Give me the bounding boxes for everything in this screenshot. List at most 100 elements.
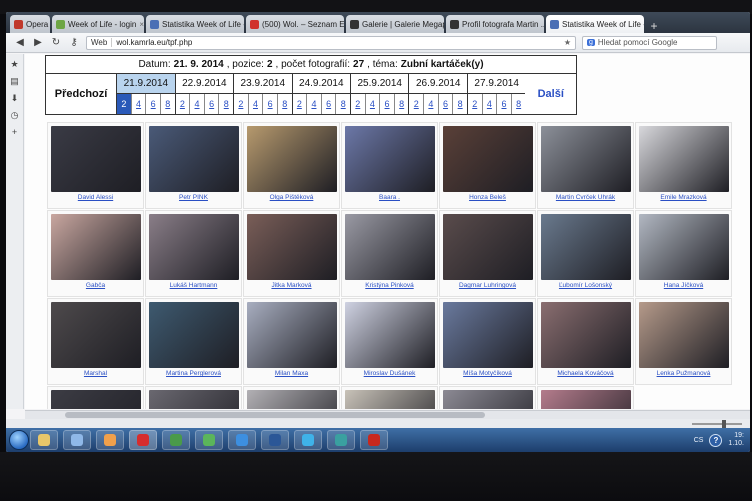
taskbar-app[interactable] [327,430,355,450]
author-link[interactable]: Marshal [84,370,107,377]
horizontal-scrollbar[interactable] [25,410,750,419]
zoom-knob[interactable] [722,419,726,428]
author-link[interactable]: Michaela Kováčová [557,370,613,377]
photo-thumbnail[interactable] [246,390,337,409]
page-link[interactable]: 6 [496,94,511,114]
page-link[interactable]: 4 [189,94,204,114]
author-link[interactable]: Baara . [379,194,400,201]
next-link[interactable]: Další [525,74,576,114]
author-link[interactable]: Emile Mrazková [660,194,706,201]
day-date-link[interactable]: 22.9.2014 [175,74,234,94]
add-panel-icon[interactable]: + [12,127,17,137]
page-link[interactable]: 4 [130,94,146,114]
taskbar-app[interactable] [162,430,190,450]
photo-thumbnail[interactable] [540,390,631,409]
tab-1[interactable]: Week of Life - login × [52,15,144,33]
photo-thumbnail[interactable] [638,214,729,280]
author-link[interactable]: Hana Jíčková [664,282,703,289]
reload-icon[interactable]: ↻ [50,37,62,48]
photo-thumbnail[interactable] [50,214,141,280]
page-link[interactable]: 2 [351,94,365,114]
photo-thumbnail[interactable] [50,302,141,368]
photo-thumbnail[interactable] [442,214,533,280]
clock[interactable]: 19: 1.10. [728,432,744,448]
day-date-link[interactable]: 24.9.2014 [292,74,350,94]
author-link[interactable]: Olga Pištěková [270,194,314,201]
notes-icon[interactable]: ▤ [10,76,19,87]
author-link[interactable]: Kristýna Pinková [365,282,413,289]
page-link[interactable]: 8 [335,94,350,114]
page-link[interactable]: 8 [393,94,409,114]
page-link[interactable]: 2 [293,94,307,114]
day-date-link[interactable]: 23.9.2014 [234,74,292,94]
help-icon[interactable]: ? [709,433,723,447]
photo-thumbnail[interactable] [148,390,239,409]
author-link[interactable]: Gabča [86,282,105,289]
page-link[interactable]: 6 [145,94,160,114]
new-tab-icon[interactable]: + [646,19,662,33]
day-date-link[interactable]: 21.9.2014 [117,74,175,94]
page-link[interactable]: 2 [409,94,423,114]
author-link[interactable]: Martina Perglerová [166,370,221,377]
forward-icon[interactable]: ▶ [32,37,44,48]
downloads-icon[interactable]: ⬇ [11,93,19,104]
author-link[interactable]: David Alessi [78,194,113,201]
language-indicator[interactable]: CS [694,437,704,444]
page-link[interactable]: 4 [364,94,380,114]
author-link[interactable]: Ľubomír Lošonský [559,282,612,289]
page-link[interactable]: 8 [276,94,292,114]
day-date-link[interactable]: 26.9.2014 [409,74,467,94]
url-text[interactable]: wol.kamrla.eu/tpf.php [116,38,192,47]
tab-0[interactable]: Opera [10,15,50,33]
page-link[interactable]: 8 [218,94,233,114]
photo-thumbnail[interactable] [246,214,337,280]
previous-link[interactable]: Předchozí [46,74,116,114]
photo-thumbnail[interactable] [442,302,533,368]
page-link[interactable]: 8 [452,94,467,114]
page-link[interactable]: 8 [510,94,526,114]
photo-thumbnail[interactable] [50,390,141,409]
tab-4[interactable]: Galerie | Galerie Megap...× [346,15,444,33]
page-link[interactable]: 2 [234,94,248,114]
bookmarks-icon[interactable]: ★ [10,59,18,70]
author-link[interactable]: Milan Maxa [275,370,308,377]
taskbar-app[interactable] [360,430,388,450]
taskbar-app[interactable] [294,430,322,450]
photo-thumbnail[interactable] [540,302,631,368]
page-link[interactable]: 6 [262,94,277,114]
author-link[interactable]: Jitka Marková [271,282,311,289]
taskbar-app[interactable] [129,430,157,450]
author-link[interactable]: Lukáš Hartmann [170,282,218,289]
photo-thumbnail[interactable] [148,214,239,280]
taskbar-app[interactable] [228,430,256,450]
author-link[interactable]: Petr PINK [179,194,208,201]
photo-thumbnail[interactable] [344,302,435,368]
photo-thumbnail[interactable] [344,214,435,280]
address-bar[interactable]: Web wol.kamrla.eu/tpf.php ★ [86,35,576,50]
scrollbar-thumb[interactable] [65,412,485,418]
tab-5[interactable]: Profil fotografa Martin ...× [446,15,544,33]
close-tab-icon[interactable]: × [139,20,144,29]
photo-thumbnail[interactable] [148,302,239,368]
photo-thumbnail[interactable] [246,126,337,192]
zoom-slider[interactable] [692,419,742,428]
author-link[interactable]: Martin Cvrček Uhrák [556,194,615,201]
photo-thumbnail[interactable] [540,214,631,280]
author-link[interactable]: Miroslav Dušánek [364,370,416,377]
taskbar-app[interactable] [30,430,58,450]
page-link[interactable]: 6 [203,94,219,114]
taskbar-app[interactable] [195,430,223,450]
taskbar-app[interactable] [96,430,124,450]
photo-thumbnail[interactable] [442,126,533,192]
start-button[interactable] [9,430,29,450]
history-icon[interactable]: ◷ [11,110,19,121]
page-link[interactable]: 2 [176,94,190,114]
day-date-link[interactable]: 27.9.2014 [467,74,526,94]
page-link[interactable]: 4 [247,94,263,114]
photo-thumbnail[interactable] [246,302,337,368]
photo-thumbnail[interactable] [540,126,631,192]
taskbar-app[interactable] [63,430,91,450]
page-link[interactable]: 8 [160,94,175,114]
tab-6[interactable]: Statistika Week of Life - ...× [546,15,644,33]
page-link[interactable]: 4 [423,94,438,114]
